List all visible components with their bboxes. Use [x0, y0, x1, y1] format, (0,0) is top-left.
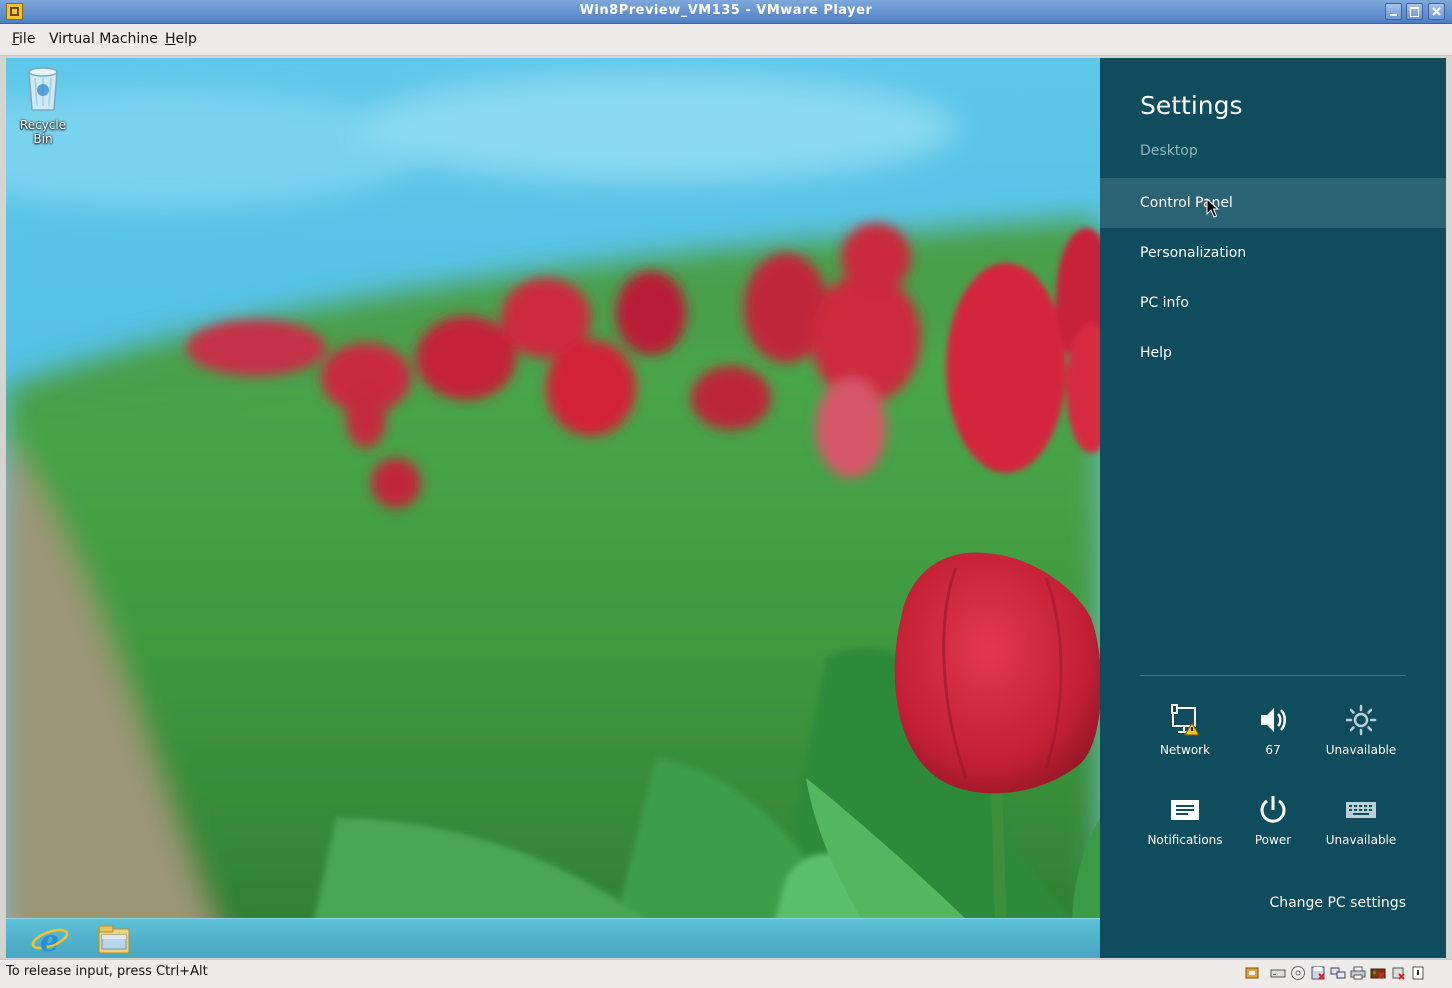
svg-text:e: e: [40, 924, 59, 957]
menu-file[interactable]: File: [12, 31, 35, 47]
removable-device-icon[interactable]: [1390, 965, 1406, 981]
menu-help[interactable]: Help: [165, 31, 197, 47]
notifications-tile[interactable]: Notifications: [1140, 791, 1230, 847]
brightness-tile[interactable]: Unavailable: [1316, 701, 1406, 757]
keyboard-tile[interactable]: Unavailable: [1316, 791, 1406, 847]
charm-item-help[interactable]: Help: [1100, 328, 1446, 378]
charm-divider: [1140, 675, 1406, 676]
volume-icon: [1261, 708, 1286, 732]
menu-virtual-machine[interactable]: Virtual Machine: [49, 31, 158, 47]
vm-screen[interactable]: Recycle Bin e Settings Desktop Control P…: [6, 58, 1446, 958]
file-explorer-icon: [98, 925, 130, 954]
window-title: Win8Preview_VM135 - VMware Player: [579, 3, 873, 18]
status-message: To release input, press Ctrl+Alt: [6, 964, 208, 979]
recycle-bin-icon: [28, 67, 58, 111]
recycle-bin[interactable]: Recycle Bin: [10, 64, 76, 146]
desktop-wallpaper: [6, 58, 1100, 958]
message-icon[interactable]: [1410, 965, 1426, 981]
keyboard-icon: [1346, 802, 1376, 818]
cd-icon[interactable]: [1290, 965, 1306, 981]
power-tile[interactable]: Power: [1228, 791, 1318, 847]
maximize-button[interactable]: [1406, 3, 1423, 20]
close-button[interactable]: [1428, 3, 1445, 20]
printer-icon[interactable]: [1350, 965, 1366, 981]
file-explorer-button[interactable]: [94, 921, 138, 957]
volume-tile[interactable]: 67: [1228, 701, 1318, 757]
sound-icon[interactable]: [1370, 965, 1386, 981]
status-bar: To release input, press Ctrl+Alt: [0, 959, 1452, 988]
settings-charm: Settings Desktop Control Panel Personali…: [1100, 58, 1446, 958]
internet-explorer-icon: e: [31, 924, 69, 958]
network-tile[interactable]: Network: [1140, 701, 1230, 757]
menu-bar: File Virtual Machine Help: [0, 24, 1452, 56]
title-bar: Win8Preview_VM135 - VMware Player: [0, 0, 1452, 24]
charm-item-pc-info[interactable]: PC info: [1100, 278, 1446, 328]
network-adapter-icon[interactable]: [1330, 965, 1346, 981]
taskbar: e: [6, 918, 1100, 958]
charm-item-control-panel[interactable]: Control Panel: [1100, 178, 1446, 228]
settings-context: Desktop: [1140, 143, 1198, 159]
internet-explorer-button[interactable]: e: [30, 921, 74, 958]
hard-disk-icon[interactable]: [1270, 965, 1286, 981]
close-icon: [1432, 7, 1441, 16]
settings-title: Settings: [1140, 91, 1243, 120]
network-warning-icon: [1171, 704, 1200, 736]
minimize-button[interactable]: [1385, 3, 1402, 20]
power-icon: [1260, 796, 1286, 823]
mouse-cursor-icon: [1206, 198, 1219, 218]
brightness-icon: [1345, 704, 1377, 736]
usb-icon[interactable]: [1244, 965, 1260, 981]
change-pc-settings-link[interactable]: Change PC settings: [1269, 895, 1406, 911]
charm-item-personalization[interactable]: Personalization: [1100, 228, 1446, 278]
floppy-icon[interactable]: [1310, 965, 1326, 981]
notifications-icon: [1171, 800, 1199, 820]
